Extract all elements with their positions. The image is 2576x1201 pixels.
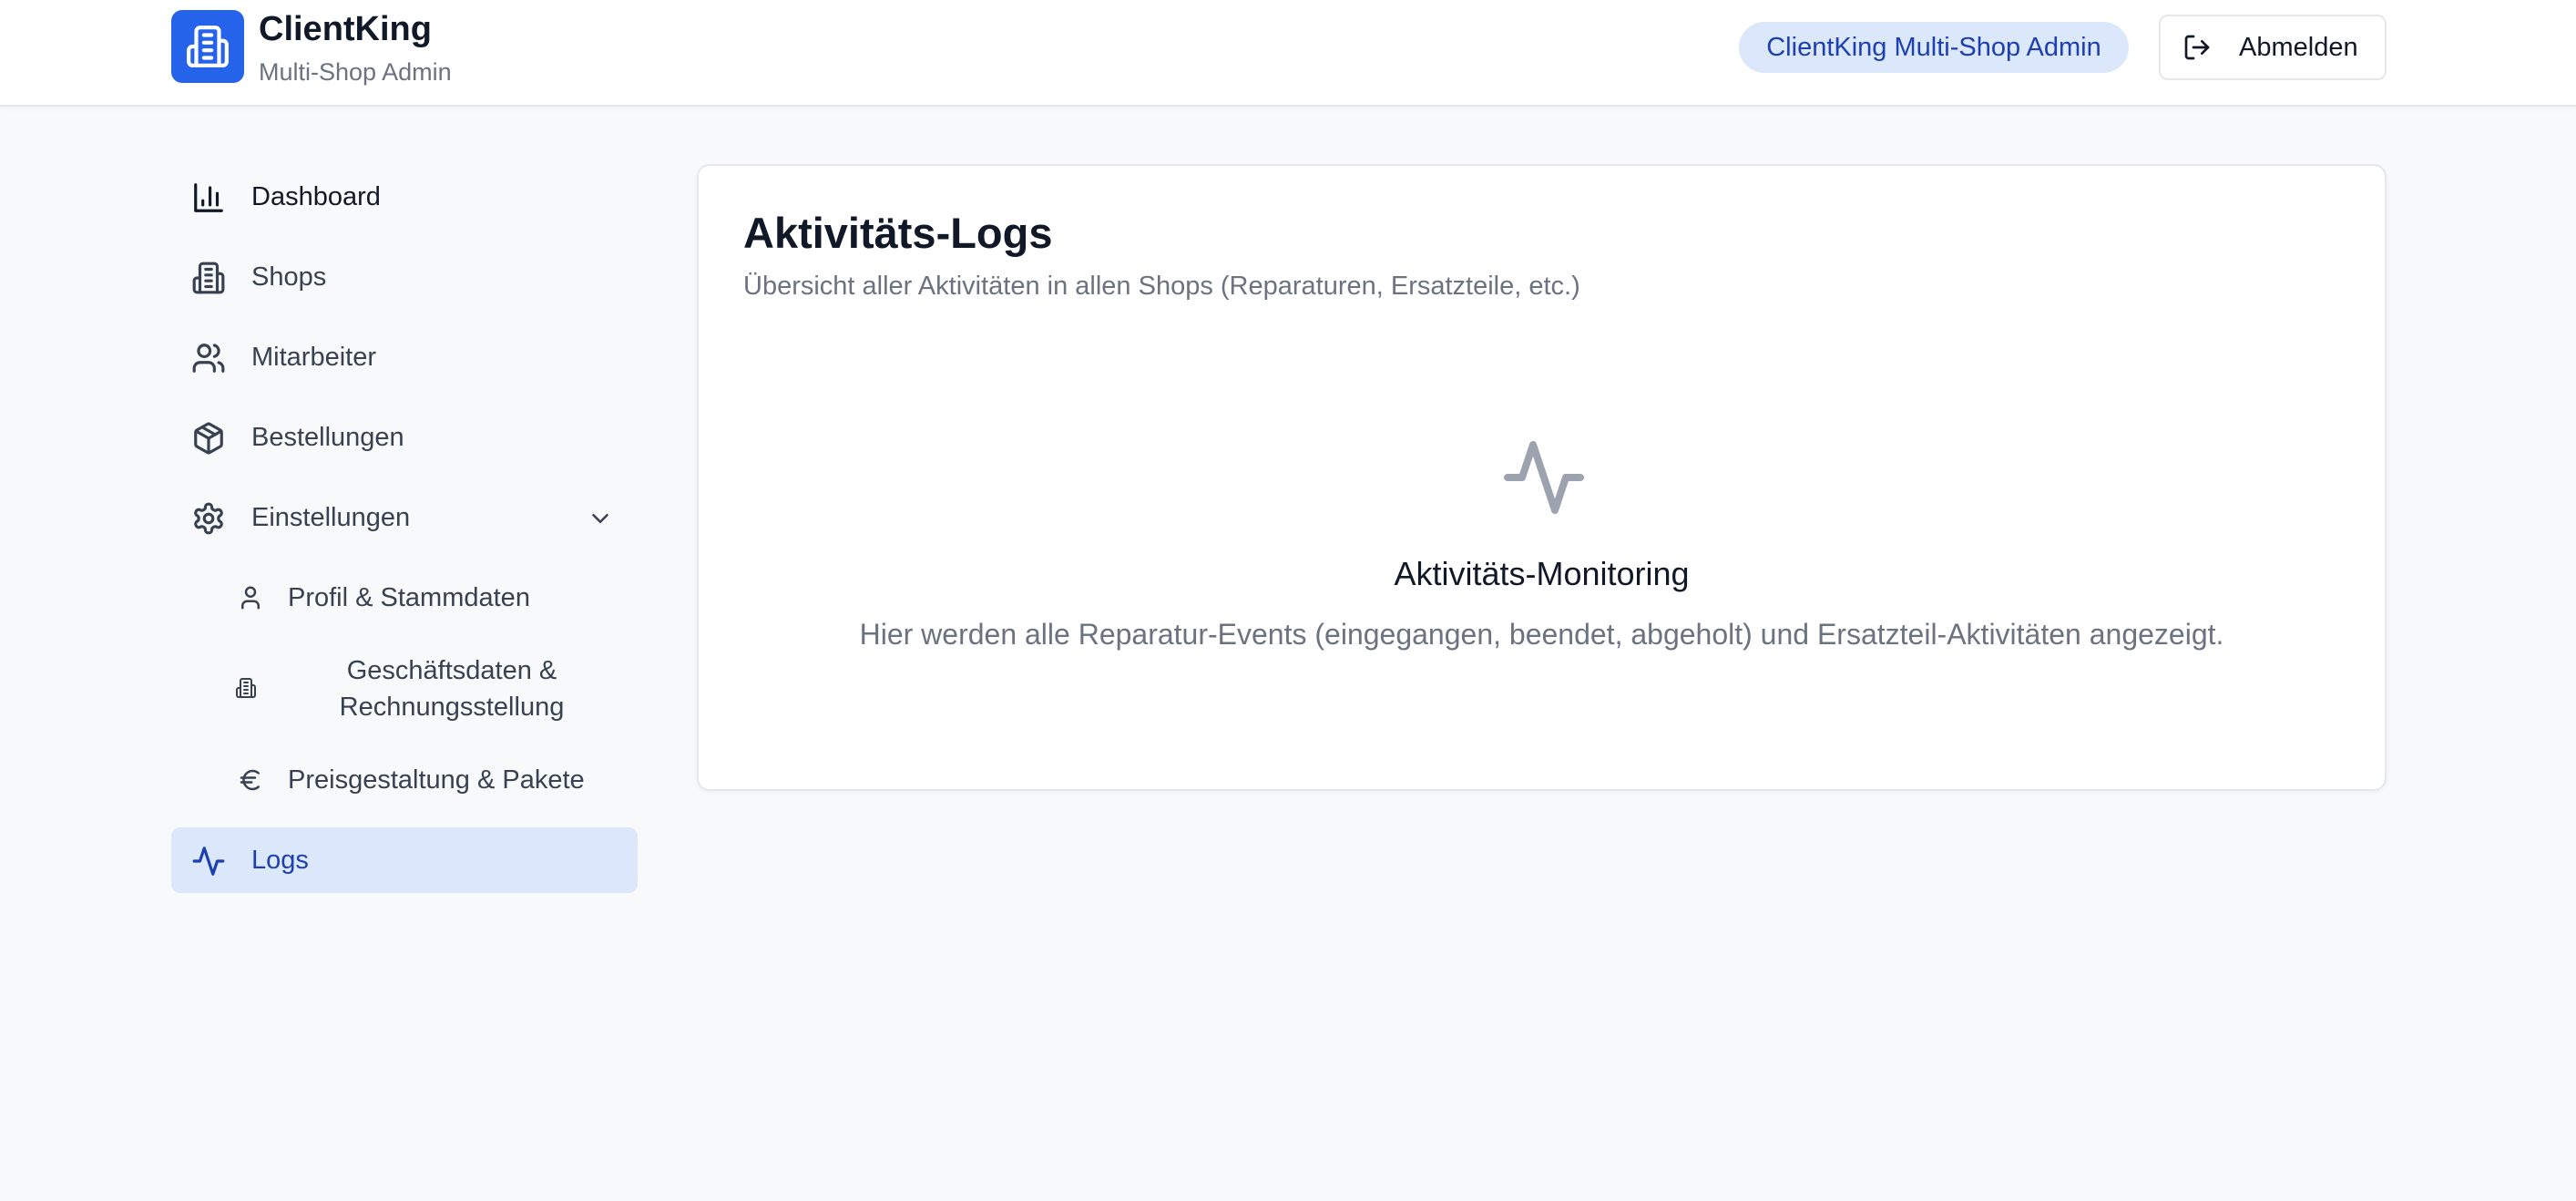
logout-label: Abmelden [2239, 32, 2358, 62]
sidebar-item-label: Mitarbeiter [251, 342, 376, 372]
sidebar-subitem-label: Preisgestaltung & Pakete [288, 765, 585, 795]
sidebar-subitem-profil[interactable]: Profil & Stammdaten [226, 580, 638, 616]
brand-title: ClientKing [259, 10, 432, 48]
empty-state-title: Aktivitäts-Monitoring [1394, 555, 1690, 592]
sidebar-item-shops[interactable]: Shops [171, 244, 638, 310]
sidebar-item-label: Shops [251, 262, 327, 292]
sidebar-subitem-label: Geschäftsdaten & Rechnungsstellung [339, 656, 565, 722]
users-icon [192, 344, 225, 373]
sidebar-item-label: Einstellungen [251, 502, 411, 532]
building-icon [187, 26, 229, 67]
sidebar-item-label: Dashboard [251, 181, 381, 211]
top-header: ClientKing Multi-Shop Admin ClientKing M… [0, 0, 2576, 107]
sidebar-subitem-preise[interactable]: Preisgestaltung & Pakete [226, 762, 638, 798]
page-subtitle: Übersicht aller Aktivitäten in allen Sho… [743, 272, 1580, 301]
building-icon [192, 262, 225, 294]
logs-card: Aktivitäts-Logs Übersicht aller Aktivitä… [697, 164, 2387, 791]
gear-icon [194, 502, 223, 535]
logo[interactable] [171, 10, 244, 83]
sidebar-item-label: Logs [251, 845, 309, 875]
activity-icon [192, 847, 225, 876]
package-icon [194, 422, 223, 455]
user-icon [241, 586, 260, 610]
sidebar-subitem-label: Profil & Stammdaten [288, 582, 530, 612]
sidebar-item-logs[interactable]: Logs [171, 827, 638, 893]
role-badge: ClientKing Multi-Shop Admin [1739, 22, 2129, 73]
logout-button[interactable]: Abmelden [2159, 15, 2387, 80]
sidebar-item-einstellungen[interactable]: Einstellungen [171, 485, 638, 550]
activity-icon [1504, 441, 1584, 514]
empty-state-description: Hier werden alle Reparatur-Events (einge… [859, 618, 2224, 651]
sidebar-item-bestellungen[interactable]: Bestellungen [171, 405, 638, 470]
sidebar-subitem-geschaeftsdaten[interactable]: Geschäftsdaten & Rechnungsstellung [226, 651, 638, 727]
bar-chart-icon [194, 183, 223, 212]
sidebar-item-mitarbeiter[interactable]: Mitarbeiter [171, 324, 638, 390]
euro-icon [240, 769, 260, 791]
chevron-down-icon[interactable] [587, 505, 614, 532]
building-icon [236, 678, 256, 698]
brand-subtitle: Multi-Shop Admin [259, 58, 452, 86]
sidebar-item-dashboard[interactable]: Dashboard [171, 164, 638, 230]
sidebar-item-label: Bestellungen [251, 422, 404, 452]
logout-icon [2184, 35, 2210, 60]
page-title: Aktivitäts-Logs [743, 209, 1053, 257]
